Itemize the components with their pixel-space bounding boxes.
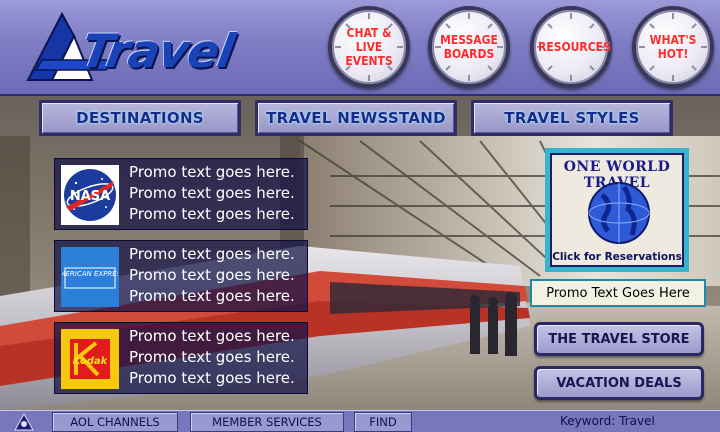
one-world-travel-ad[interactable]: ONE WORLD TRAVEL Click for Reservations [545, 148, 689, 272]
logo-wordmark: Travel [77, 24, 238, 78]
promo-nasa: NASA Promo text goes here. Promo text go… [54, 158, 308, 230]
travel-newsstand-button[interactable]: TRAVEL NEWSSTAND [255, 100, 457, 136]
nasa-meatball-icon: NASA [64, 169, 116, 221]
kodak-k-icon: Kodak [62, 331, 118, 387]
kodak-logo[interactable]: Kodak [61, 329, 119, 389]
promo-line[interactable]: Promo text goes here. [129, 326, 295, 347]
amex-logo[interactable]: AMERICAN EXPRESS [61, 247, 119, 307]
travel-store-button[interactable]: THE TRAVEL STORE [534, 322, 704, 356]
aol-channels-button[interactable]: AOL CHANNELS [52, 412, 178, 432]
nasa-logo-text: NASA [70, 189, 110, 204]
promo-text-group: Promo text goes here. Promo text goes he… [129, 162, 295, 225]
footer-bar: AOL CHANNELS MEMBER SERVICES FIND Keywor… [0, 410, 720, 432]
message-boards-button[interactable]: MESSAGE BOARDS [428, 6, 510, 88]
amex-logo-text: AMERICAN EXPRESS [62, 270, 118, 278]
promo-line[interactable]: Promo text goes here. [129, 162, 295, 183]
travel-styles-button[interactable]: TRAVEL STYLES [471, 100, 673, 136]
resources-label: RESOURCES [538, 40, 611, 54]
aol-triangle-icon[interactable] [14, 413, 34, 431]
click-for-reservations-text: Click for Reservations [552, 251, 682, 263]
member-services-button[interactable]: MEMBER SERVICES [190, 412, 344, 432]
vacation-deals-button[interactable]: VACATION DEALS [534, 366, 704, 400]
nasa-logo[interactable]: NASA [61, 165, 119, 225]
keyword-label: Keyword: Travel [560, 414, 655, 428]
promo-line[interactable]: Promo text goes here. [129, 204, 295, 225]
promo-line[interactable]: Promo text goes here. [129, 244, 295, 265]
whats-hot-label: WHAT'S HOT! [649, 33, 697, 61]
resources-button[interactable]: RESOURCES [530, 6, 612, 88]
travel-logo[interactable]: Travel [22, 8, 322, 90]
promo-kodak: Kodak Promo text goes here. Promo text g… [54, 322, 308, 394]
one-world-travel-panel: ONE WORLD TRAVEL Click for Reservations [550, 153, 684, 267]
promo-text-box[interactable]: Promo Text Goes Here [530, 279, 706, 307]
chat-live-events-label: CHAT & LIVE EVENTS [345, 26, 393, 68]
message-boards-label: MESSAGE BOARDS [440, 33, 498, 61]
chat-live-events-button[interactable]: CHAT & LIVE EVENTS [328, 6, 410, 88]
header: Travel CHAT & LIVE EVENTS MESSAGE BOARDS [0, 0, 720, 96]
promo-line[interactable]: Promo text goes here. [129, 286, 295, 307]
promo-line[interactable]: Promo text goes here. [129, 368, 295, 389]
promo-text-group: Promo text goes here. Promo text goes he… [129, 326, 295, 389]
whats-hot-button[interactable]: WHAT'S HOT! [632, 6, 714, 88]
promo-line[interactable]: Promo text goes here. [129, 265, 295, 286]
find-button[interactable]: FIND [354, 412, 412, 432]
amex-card-icon: AMERICAN EXPRESS [62, 250, 118, 304]
promo-line[interactable]: Promo text goes here. [129, 347, 295, 368]
main-stage: DESTINATIONS TRAVEL NEWSSTAND TRAVEL STY… [0, 96, 720, 410]
destinations-button[interactable]: DESTINATIONS [39, 100, 241, 136]
kodak-logo-text: Kodak [73, 356, 109, 367]
globe-icon [588, 182, 650, 244]
promo-text-group: Promo text goes here. Promo text goes he… [129, 244, 295, 307]
promo-line[interactable]: Promo text goes here. [129, 183, 295, 204]
promo-amex: AMERICAN EXPRESS Promo text goes here. P… [54, 240, 308, 312]
